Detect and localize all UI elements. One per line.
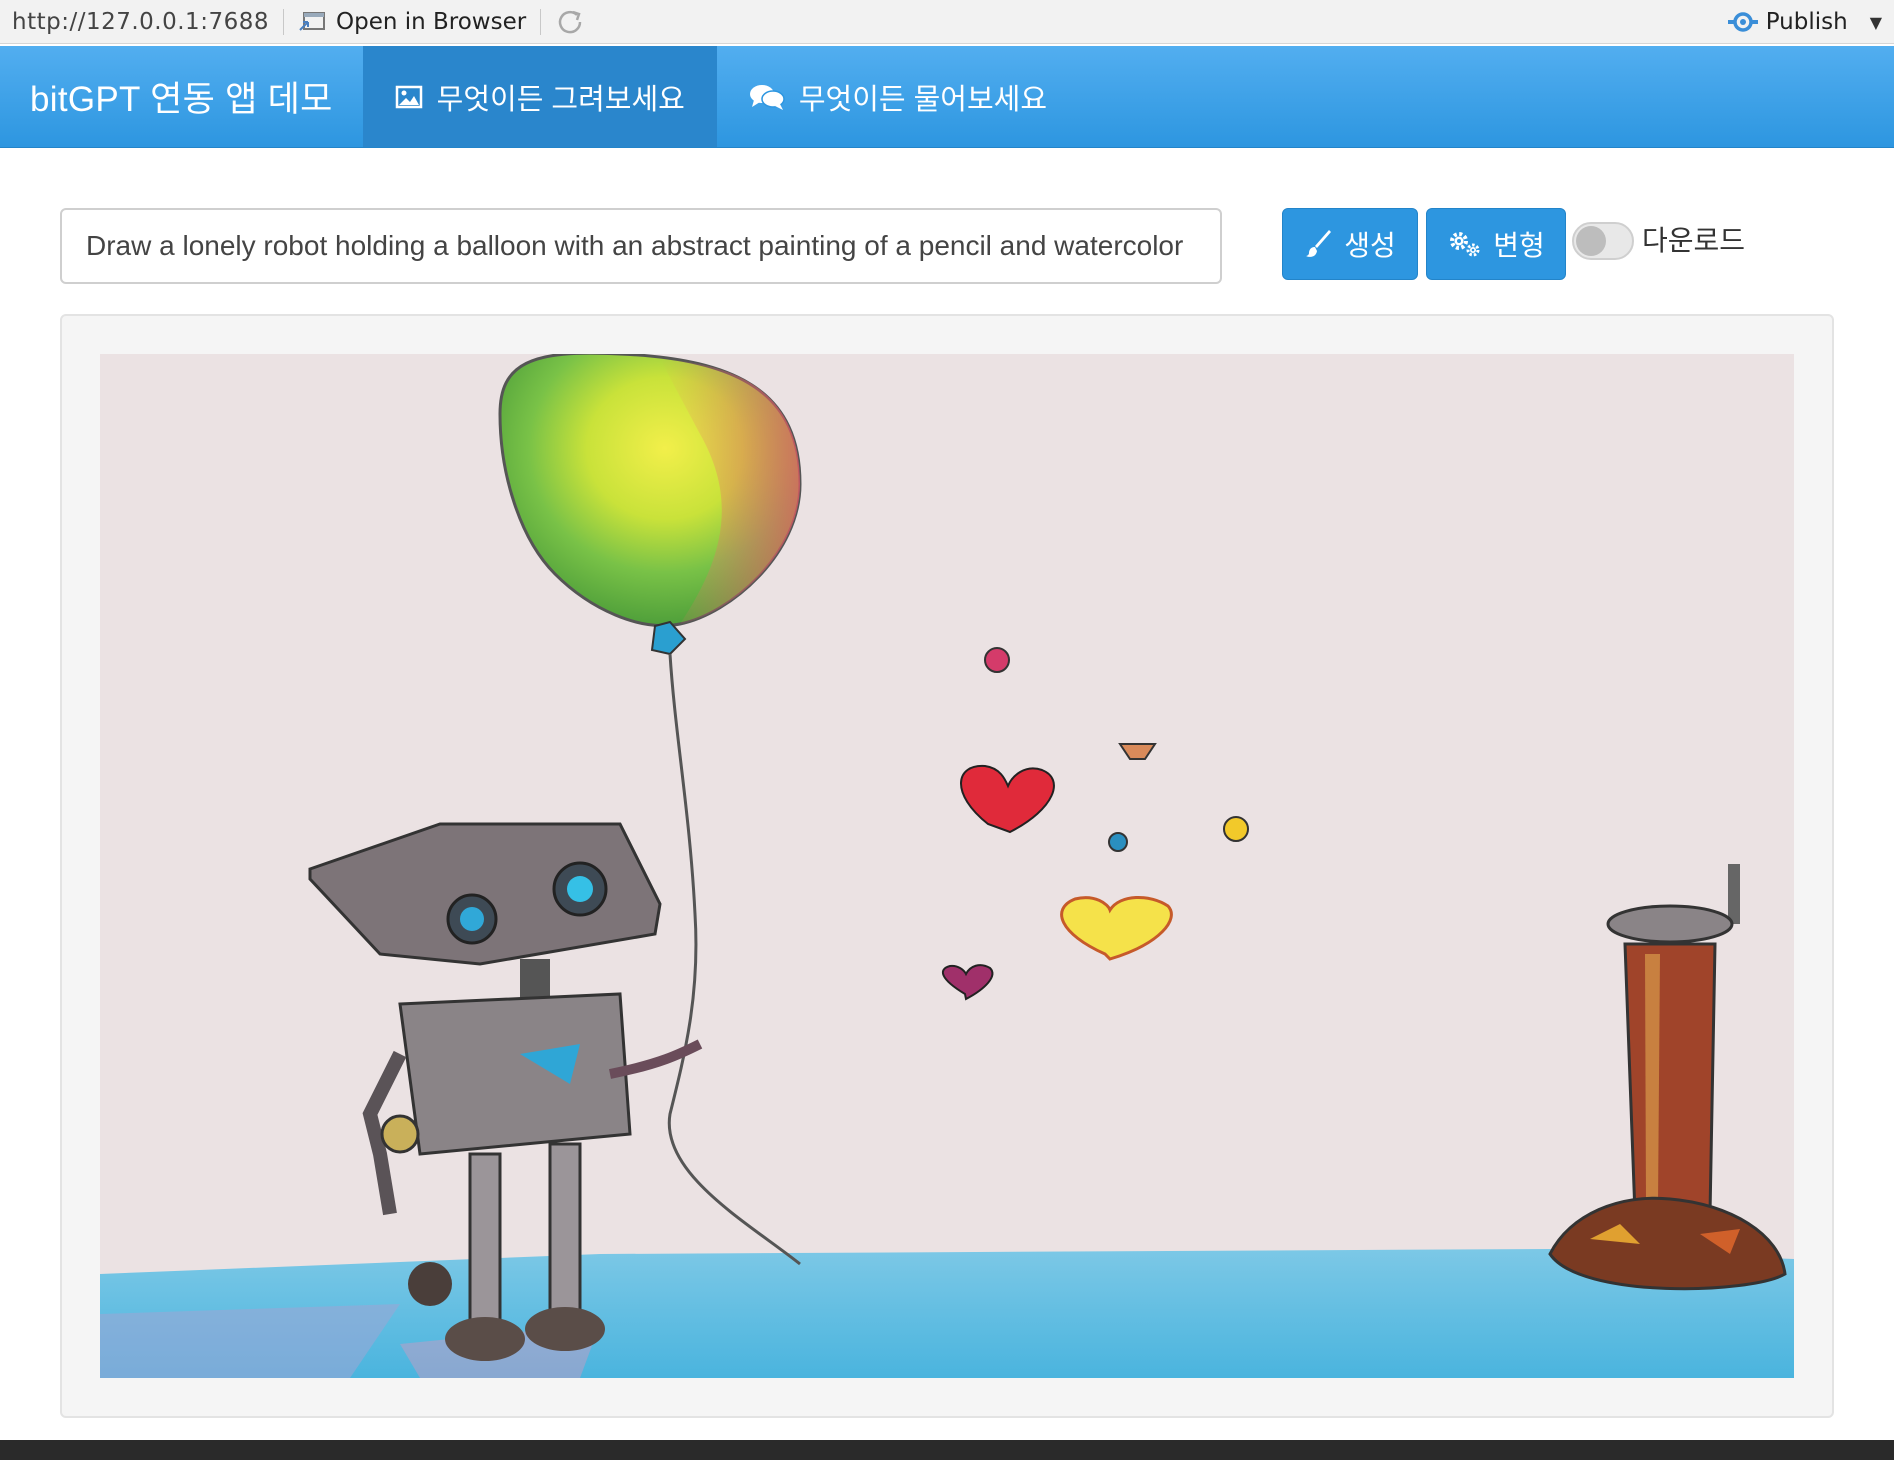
open-in-browser-icon — [299, 11, 325, 31]
app-brand[interactable]: bitGPT 연동 앱 데모 — [0, 46, 363, 147]
generated-image — [100, 354, 1794, 1378]
variation-label: 변형 — [1493, 230, 1545, 261]
image-icon — [395, 85, 422, 108]
tab-draw-label: 무엇이든 그려보세요 — [436, 83, 685, 116]
toggle-knob — [1576, 226, 1606, 256]
chevron-down-icon[interactable]: ▼ — [1870, 13, 1882, 32]
publish-label: Publish — [1765, 9, 1848, 35]
comments-icon — [749, 84, 785, 110]
prompt-input[interactable] — [60, 208, 1222, 284]
cogs-icon — [1450, 232, 1480, 257]
toolbar-divider — [540, 8, 542, 35]
viewer-url: http://127.0.0.1:7688 — [12, 8, 269, 35]
toolbar-divider — [282, 8, 284, 35]
variation-button[interactable]: 변형 — [1426, 208, 1566, 280]
generate-label: 생성 — [1344, 230, 1396, 261]
viewer-bottom-edge — [0, 1440, 1894, 1460]
app-navbar: bitGPT 연동 앱 데모 무엇이든 그려보세요 무엇이든 물어보세요 — [0, 46, 1894, 148]
open-in-browser-button[interactable]: Open in Browser — [298, 9, 526, 35]
open-in-browser-label: Open in Browser — [335, 8, 527, 35]
download-toggle-label: 다운로드 — [1642, 225, 1746, 256]
tab-ask[interactable]: 무엇이든 물어보세요 — [717, 46, 1079, 147]
tab-ask-label: 무엇이든 물어보세요 — [798, 83, 1048, 116]
viewer-toolbar: http://127.0.0.1:7688 Open in Browser Pu… — [0, 0, 1894, 44]
publish-button[interactable]: Publish ▼ — [1727, 0, 1882, 44]
paint-brush-icon — [1306, 230, 1332, 257]
download-toggle[interactable] — [1572, 222, 1634, 260]
reload-icon[interactable] — [555, 7, 585, 37]
generate-button[interactable]: 생성 — [1282, 208, 1418, 280]
publish-icon — [1727, 12, 1758, 32]
robot-balloon-painting — [100, 354, 1794, 1378]
tab-draw[interactable]: 무엇이든 그려보세요 — [362, 46, 717, 147]
